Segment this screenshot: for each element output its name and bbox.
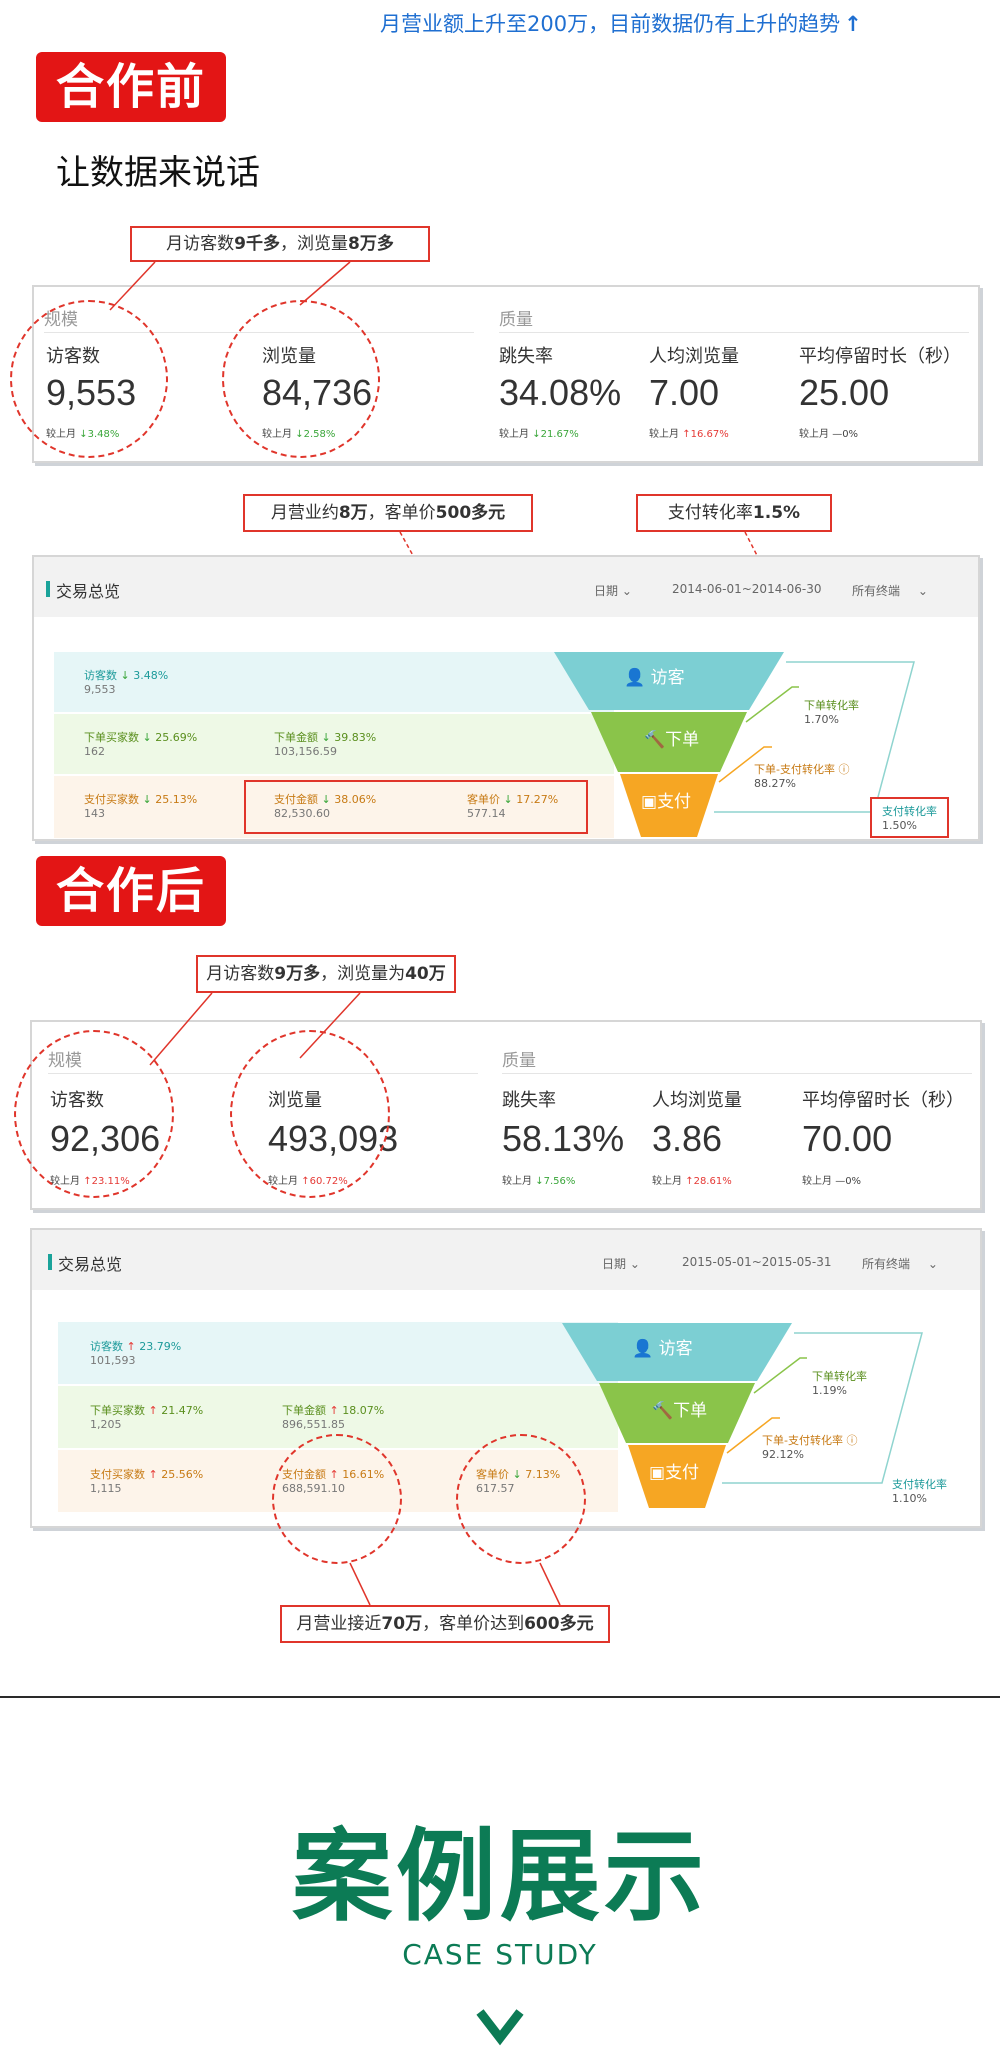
funnel-stage-order: 🔨下单	[644, 730, 700, 750]
hammer-icon: 🔨	[644, 730, 666, 750]
order-conversion-rate: 下单转化率 1.70%	[804, 699, 859, 726]
trade-title: 交易总览	[56, 582, 121, 601]
funnel-row-value: 143	[84, 807, 105, 820]
funnel-stage-visitors: 👤 访客	[624, 668, 685, 688]
funnel-row-label: 访客数 ↓ 3.48%	[84, 669, 169, 682]
callout-pointer-lines-after	[149, 992, 561, 1606]
order-pay-conversion-rate: 下单-支付转化率 ⓘ 88.27%	[754, 763, 850, 790]
chevron-down-icon: ⌄	[917, 584, 928, 598]
funnel-row-label: 下单买家数 ↓ 25.69%	[84, 731, 198, 744]
section-divider	[0, 1696, 1000, 1698]
help-icon[interactable]: ⓘ	[838, 763, 849, 776]
funnel-row-label: 下单金额 ↓ 39.83%	[274, 731, 377, 744]
terminal-select[interactable]: 所有终端 ⌄	[852, 582, 928, 599]
funnel-row-value: 162	[84, 745, 105, 758]
case-subtitle: CASE STUDY	[402, 1938, 598, 1971]
user-icon: 👤	[624, 668, 646, 688]
funnel-row-label: 支付买家数 ↓ 25.13%	[84, 793, 198, 806]
date-range[interactable]: 2014-06-01~2014-06-30	[672, 582, 822, 596]
callout-revenue-before: 月营业约8万，客单价500多元	[243, 494, 533, 532]
funnel-row-value: 9,553	[84, 683, 116, 696]
after-badge: 合作后	[36, 856, 226, 926]
chevron-down-icon	[476, 2009, 524, 2046]
trade-overview-before: 交易总览 日期 ⌄ 2014-06-01~2014-06-30 所有终端 ⌄ 访…	[32, 555, 980, 841]
pay-conversion-rate: 支付转化率 1.50%	[870, 797, 949, 838]
case-title: 案例展示	[292, 1818, 708, 1935]
chevron-down-icon: ⌄	[621, 584, 632, 598]
callout-rate-before: 支付转化率1.5%	[636, 494, 832, 532]
callout-revenue-after: 月营业接近70万，客单价达到600多元	[280, 1605, 610, 1643]
funnel-stage-pay: ▣支付	[641, 792, 692, 812]
card-icon: ▣	[641, 792, 658, 812]
date-select[interactable]: 日期 ⌄	[594, 582, 632, 599]
funnel-row-value: 103,156.59	[274, 745, 337, 758]
